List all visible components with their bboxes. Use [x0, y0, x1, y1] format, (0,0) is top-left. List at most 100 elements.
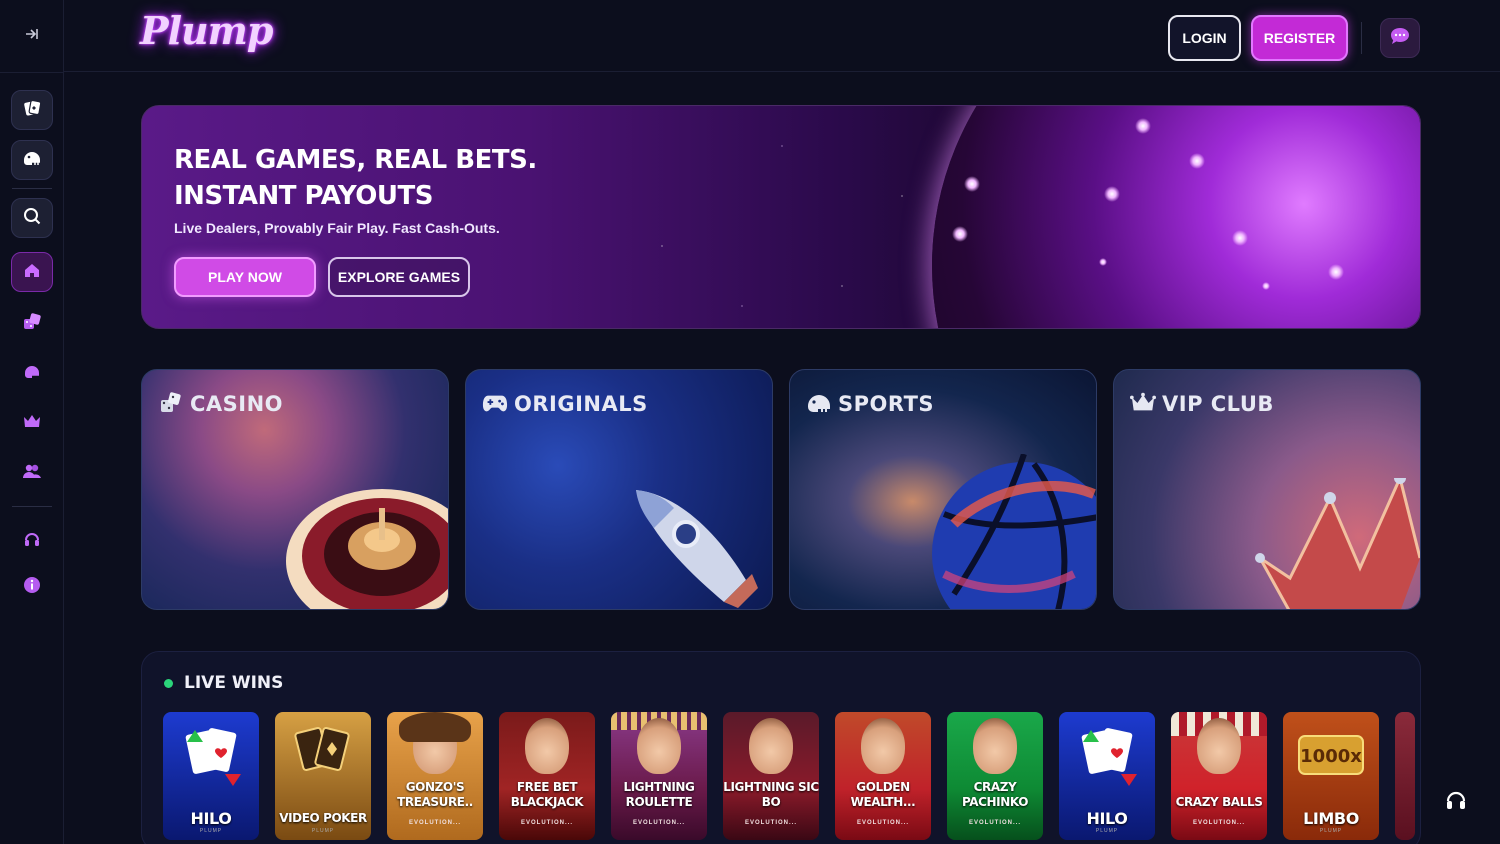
game-name: CRAZY BALLS [1175, 795, 1263, 809]
sidebar-item-casino[interactable] [11, 90, 53, 130]
explore-games-button[interactable]: EXPLORE GAMES [328, 257, 470, 297]
svg-text:1000x: 1000x [1300, 746, 1362, 767]
header-divider [1361, 22, 1362, 54]
game-provider: EVOLUTION... [520, 820, 573, 826]
game-provider: PLUMP [311, 828, 335, 834]
cards-icon [21, 97, 43, 124]
game-name: CRAZY PACHINKO [961, 780, 1029, 809]
top-header: Plump LOGIN REGISTER [64, 0, 1500, 72]
cards-icon [185, 728, 241, 786]
category-card-originals[interactable]: ORIGINALS [465, 369, 773, 610]
cards-icon [294, 727, 350, 771]
chat-icon [1389, 26, 1411, 51]
category-card-casino[interactable]: CASINO [141, 369, 449, 610]
dealer-portrait [861, 718, 905, 774]
support-button[interactable] [1442, 788, 1470, 816]
sports-icon[interactable] [22, 362, 42, 382]
game-tile[interactable]: 1000x LIMBO PLUMP [1283, 712, 1379, 840]
sidebar-item-search[interactable] [11, 198, 53, 238]
hero-title-line1: REAL GAMES, REAL BETS. [174, 145, 537, 175]
category-label: VIP CLUB [1162, 392, 1274, 416]
headset-icon [1444, 788, 1468, 817]
category-label: ORIGINALS [514, 392, 648, 416]
helmet-icon [806, 390, 832, 416]
game-tile[interactable]: GONZO'S TREASURE.. EVOLUTION... [387, 712, 483, 840]
collapse-sidebar-icon[interactable] [20, 26, 44, 46]
game-name: FREE BET BLACKJACK [510, 780, 584, 809]
info-icon[interactable] [22, 575, 42, 595]
live-wins-panel: LIVE WINS HILO PLUMP VIDEO POKER PLUMP G… [141, 651, 1421, 844]
crown-icon [1130, 390, 1156, 416]
game-tile[interactable]: LIGHTNING SIC BO EVOLUTION... [723, 712, 819, 840]
dice-icon [158, 390, 184, 416]
game-tile[interactable]: HILO PLUMP [163, 712, 259, 840]
register-button[interactable]: REGISTER [1251, 15, 1348, 61]
play-now-button[interactable]: PLAY NOW [174, 257, 316, 297]
game-tile[interactable]: GOLDEN WEALTH... EVOLUTION... [835, 712, 931, 840]
crown-icon[interactable] [22, 411, 42, 431]
category-label: CASINO [190, 392, 284, 416]
hero-title-line2: INSTANT PAYOUTS [174, 181, 433, 211]
dealer-portrait [1197, 718, 1241, 774]
live-wins-list: HILO PLUMP VIDEO POKER PLUMP GONZO'S TRE… [163, 712, 1415, 842]
sidebar [0, 0, 64, 844]
game-name: GONZO'S TREASURE.. [397, 780, 473, 809]
live-indicator [164, 679, 173, 688]
hero-title: REAL GAMES, REAL BETS. INSTANT PAYOUTS [174, 142, 537, 214]
game-name: LIGHTNING SIC BO [723, 780, 819, 809]
dealer-portrait [525, 718, 569, 774]
game-name: GOLDEN WEALTH... [850, 780, 916, 809]
game-tile[interactable]: CRAZY PACHINKO EVOLUTION... [947, 712, 1043, 840]
game-tile[interactable]: CRAZY BALLS EVOLUTION... [1171, 712, 1267, 840]
login-button[interactable]: LOGIN [1168, 15, 1241, 61]
gamepad-icon [482, 390, 508, 416]
hero-banner: REAL GAMES, REAL BETS. INSTANT PAYOUTS L… [141, 105, 1421, 329]
game-provider: PLUMP [199, 828, 223, 834]
game-provider: PLUMP [1319, 828, 1343, 834]
multiplier-icon: 1000x [1298, 735, 1364, 775]
game-name: VIDEO POKER [279, 811, 367, 825]
logo[interactable]: Plump [140, 8, 273, 53]
game-tile[interactable]: VIDEO POKER PLUMP [275, 712, 371, 840]
category-card-sports[interactable]: SPORTS [789, 369, 1097, 610]
sidebar-item-home[interactable] [11, 252, 53, 292]
game-name: HILO [1086, 809, 1128, 828]
live-wins-title: LIVE WINS [184, 673, 284, 693]
sidebar-divider [0, 72, 64, 73]
category-card-vip-club[interactable]: VIP CLUB [1113, 369, 1421, 610]
roulette-illustration [286, 489, 448, 609]
sidebar-item-sports[interactable] [11, 140, 53, 180]
category-label: SPORTS [838, 392, 935, 416]
game-provider: EVOLUTION... [408, 820, 461, 826]
crown-illustration [1255, 478, 1420, 609]
dealer-portrait [749, 718, 793, 774]
sidebar-divider [12, 506, 52, 507]
game-name: LIGHTNING ROULETTE [623, 780, 695, 809]
helmet-icon [21, 147, 43, 174]
hero-subtitle: Live Dealers, Provably Fair Play. Fast C… [174, 220, 500, 236]
game-name: HILO [190, 809, 232, 828]
headset-icon[interactable] [22, 529, 42, 549]
chat-button[interactable] [1380, 18, 1420, 58]
rocket-illustration [636, 490, 758, 608]
dealer-portrait [973, 718, 1017, 774]
game-provider: PLUMP [1095, 828, 1119, 834]
game-provider: EVOLUTION... [968, 820, 1021, 826]
game-provider: EVOLUTION... [856, 820, 909, 826]
game-name: LIMBO [1303, 809, 1359, 828]
dice-icon[interactable] [22, 312, 42, 332]
game-provider: EVOLUTION... [744, 820, 797, 826]
game-provider: EVOLUTION... [632, 820, 685, 826]
sidebar-divider [12, 188, 52, 189]
game-tile-partial[interactable] [1395, 712, 1415, 840]
game-tile[interactable]: HILO PLUMP [1059, 712, 1155, 840]
dealer-portrait [637, 718, 681, 774]
home-icon [23, 261, 41, 284]
users-icon[interactable] [22, 461, 42, 481]
game-tile[interactable]: FREE BET BLACKJACK EVOLUTION... [499, 712, 595, 840]
globe-illustration [932, 106, 1420, 328]
game-tile[interactable]: LIGHTNING ROULETTE EVOLUTION... [611, 712, 707, 840]
search-icon [22, 206, 42, 231]
basketball-illustration [932, 454, 1096, 609]
game-provider: EVOLUTION... [1192, 820, 1245, 826]
